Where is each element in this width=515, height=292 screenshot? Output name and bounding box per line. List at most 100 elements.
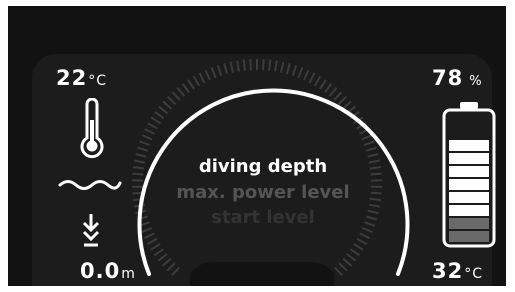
gauge-tick (370, 172, 382, 176)
water-temperature-readout: 32°C (432, 259, 483, 283)
gauge-tick (171, 266, 181, 277)
gauge-tick (146, 237, 158, 245)
gauge-tick (150, 116, 162, 125)
water-temperature-value: 32 (432, 259, 464, 283)
gauge-tick (368, 203, 381, 208)
gauge-tick (333, 91, 343, 101)
gauge-tick (181, 83, 190, 93)
gauge-tick (337, 95, 348, 106)
depth-value: 0.0 (80, 259, 121, 283)
gauge-tick (346, 253, 357, 262)
gauge-tick (157, 253, 168, 262)
gauge-tick (308, 72, 316, 84)
gauge-tick (356, 237, 368, 245)
gauge-tick (319, 79, 327, 90)
gauge-tick (171, 91, 181, 101)
gauge-tick (361, 134, 373, 141)
gauge-tick (154, 111, 165, 120)
gauge-tick (144, 128, 156, 135)
battery-bar (449, 114, 489, 125)
gauge-tick (280, 61, 285, 73)
gauge-tick (369, 197, 382, 202)
battery-icon (442, 102, 496, 248)
gauge-tick (150, 243, 161, 251)
gauge-tick (353, 243, 364, 251)
gauge-tick (324, 83, 333, 93)
gauge-tick (285, 63, 291, 75)
water-temperature-unit: °C (464, 266, 484, 282)
gauge-tick (313, 75, 322, 87)
gauge-tick (153, 248, 164, 257)
gauge-tick (249, 59, 252, 71)
gauge-tick (166, 95, 177, 106)
gauge-tick (328, 87, 338, 97)
gauge-tick (135, 153, 147, 158)
gauge-tick (350, 248, 361, 257)
battery-bar (449, 153, 489, 164)
gauge-tick (141, 134, 153, 141)
battery-value: 78 (432, 66, 464, 90)
gauge-tick (204, 69, 211, 81)
battery-level-bars (449, 114, 489, 242)
gauge-tick (338, 262, 348, 272)
gauge-tick (161, 257, 172, 267)
gauge-tick (141, 226, 153, 234)
gauge-tick (216, 64, 223, 77)
gauge-tick (166, 262, 176, 272)
gauge-tick (137, 146, 149, 152)
depth-unit: m (121, 266, 136, 282)
battery-bar (449, 218, 489, 229)
gauge-tick (236, 60, 240, 72)
gauge-tick (342, 100, 352, 110)
air-temperature-readout: 22°C (56, 66, 107, 90)
gauge-tick (139, 140, 151, 147)
gauge-tick (134, 159, 146, 164)
gauge-tick (198, 72, 206, 84)
gauge-tick (223, 63, 229, 75)
battery-bar (449, 166, 489, 177)
gauge-tick (361, 226, 373, 234)
gauge-tick (210, 67, 217, 79)
gauge-tick (369, 166, 381, 170)
gauge-tick (229, 61, 234, 73)
depth-readout: 0.0m (80, 259, 136, 283)
menu-item-max-power-level[interactable]: max. power level (158, 182, 368, 203)
gauge-tick (303, 69, 310, 81)
gauge-tick (367, 153, 379, 158)
battery-bar (449, 192, 489, 203)
gauge-tick (176, 87, 186, 97)
gauge-tick (192, 75, 201, 87)
air-temperature-unit: °C (88, 73, 108, 89)
gauge-tick (242, 59, 246, 71)
air-temperature-value: 22 (56, 66, 88, 90)
battery-unit: % (469, 74, 483, 89)
battery-bar (449, 205, 489, 216)
gauge-tick (187, 79, 195, 90)
gauge-tick (158, 105, 169, 115)
gauge-tick (359, 232, 371, 240)
battery-bar (449, 127, 489, 138)
gauge-tick (367, 209, 379, 215)
thermometer-icon (80, 98, 104, 159)
gauge-tick (274, 60, 278, 72)
dive-down-arrow-icon (82, 214, 100, 247)
gauge-tick (365, 146, 377, 152)
gauge-tick (370, 191, 382, 195)
gauge-tick (333, 266, 343, 277)
gauge-tick (297, 67, 304, 79)
menu-item-diving-depth[interactable]: diving depth (158, 156, 368, 177)
gauge-tick (291, 64, 298, 77)
gauge-tick (147, 122, 158, 130)
battery-bar (449, 231, 489, 242)
display-screen: 22°C 0.0m diving depth max. power level … (8, 6, 506, 286)
gauge-tick (143, 232, 155, 240)
gauge-tick (363, 140, 375, 147)
gauge-tick (268, 59, 272, 71)
gauge-tick (162, 100, 172, 110)
menu-item-start-level[interactable]: start level (158, 207, 368, 228)
water-wave-icon (58, 180, 122, 190)
battery-bar (449, 179, 489, 190)
gauge-tick (262, 59, 265, 71)
gauge-tick (342, 257, 353, 267)
battery-readout: 78% (432, 66, 483, 90)
